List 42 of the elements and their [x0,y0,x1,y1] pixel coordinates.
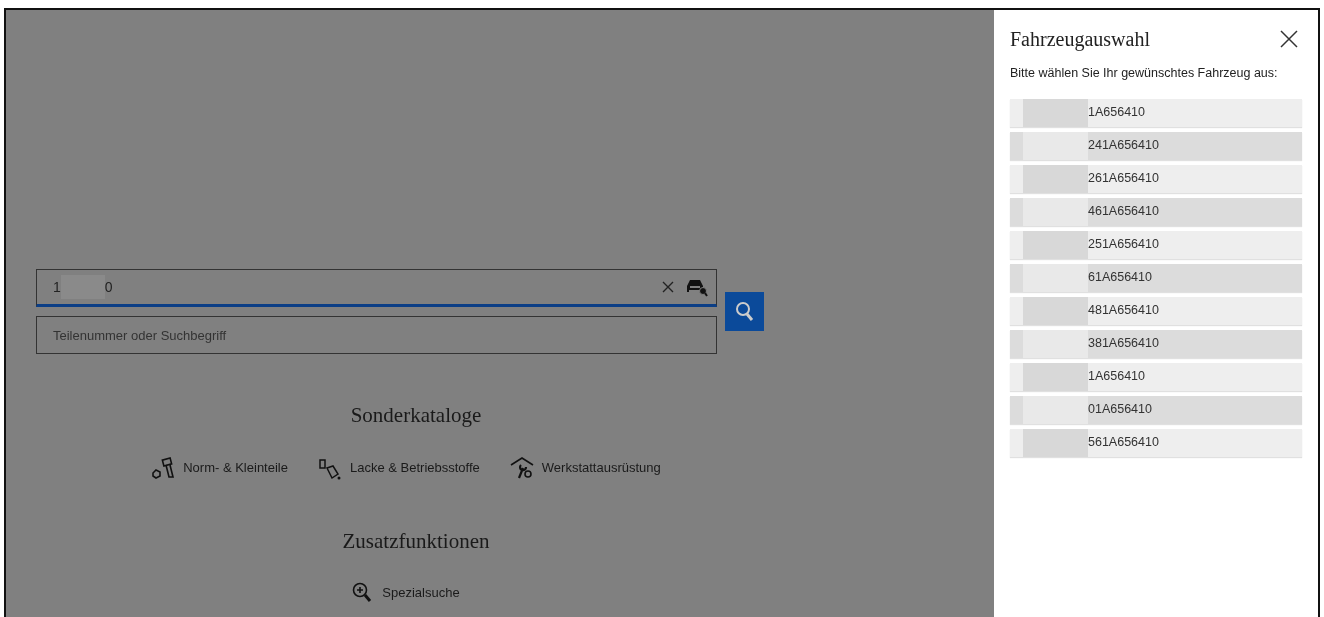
redaction-block [1023,230,1088,259]
vehicle-option[interactable]: 1A656410 [1010,362,1302,391]
paint-can-icon [317,456,342,480]
panel-prompt: Bitte wählen Sie Ihr gewünschtes Fahrzeug aus: [1010,65,1279,82]
vehicle-option[interactable]: 461A656410 [1010,197,1302,226]
redaction-block [1023,263,1088,292]
redaction-block [1023,395,1088,424]
panel-title: Fahrzeugauswahl [1010,27,1150,53]
vehicle-option[interactable]: 561A656410 [1010,428,1302,457]
catalog-link[interactable]: Lacke & Betriebsstoffe [349,458,480,478]
redaction-block [1023,131,1088,160]
redaction-block [1023,362,1088,391]
vehicle-option[interactable]: 481A656410 [1010,296,1302,325]
field-value: 1 [53,277,61,297]
vehicle-option[interactable]: 251A656410 [1010,230,1302,259]
vehicle-option[interactable]: 1A656410 [1010,98,1302,127]
redaction-block [1023,296,1088,325]
vehicle-option[interactable]: 261A656410 [1010,164,1302,193]
redaction-block [1023,164,1088,193]
redaction-block [1023,428,1088,457]
field-value: 0 [104,277,113,297]
close-icon[interactable] [1280,30,1298,48]
bolts-icon [151,457,176,479]
redaction-block [1023,98,1088,127]
catalog-link[interactable]: Spezialsuche [382,583,460,603]
section-title: Sonderkataloge [350,402,482,429]
redaction-block [1023,329,1088,358]
catalog-link[interactable]: Werkstattausrüstung [541,458,661,478]
car-search-icon[interactable] [684,277,708,297]
vehicle-field[interactable]: 1 0 [36,269,717,307]
workshop-tools-icon [509,456,534,480]
redaction-block [1023,197,1088,226]
search-button[interactable] [725,292,764,331]
vehicle-option[interactable]: 381A656410 [1010,329,1302,358]
clear-icon[interactable] [662,281,674,293]
vehicle-option[interactable]: 61A656410 [1010,263,1302,292]
catalog-link[interactable]: Norm- & Kleinteile [183,458,288,478]
section-title: Zusatzfunktionen [342,528,490,555]
part-search-field[interactable]: Teilenummer oder Suchbegriff [36,316,717,354]
vehicle-option[interactable]: 241A656410 [1010,131,1302,160]
search-icon [734,300,755,323]
vehicle-option[interactable]: 01A656410 [1010,395,1302,424]
